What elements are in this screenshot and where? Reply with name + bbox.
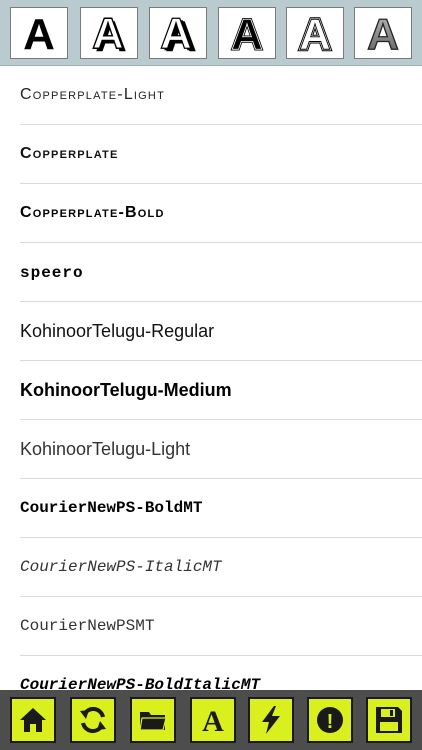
font-name: CourierNewPSMT: [20, 617, 155, 635]
style-letter: A: [23, 10, 55, 56]
refresh-button[interactable]: [70, 697, 116, 743]
font-name: speero: [20, 264, 84, 280]
style-shadow-tile[interactable]: A A: [80, 7, 138, 59]
font-name: KohinoorTelugu-Light: [20, 438, 191, 459]
refresh-icon: [80, 706, 106, 734]
alert-icon: !: [317, 707, 343, 733]
folder-icon: [139, 712, 167, 731]
lightning-icon: [262, 706, 280, 734]
font-button[interactable]: A: [190, 697, 236, 743]
style-letter: A: [92, 10, 124, 56]
font-list-item[interactable]: KohinoorTelugu-Light: [20, 420, 422, 479]
save-icon: [376, 707, 402, 733]
style-gradient-tile[interactable]: A: [354, 7, 412, 59]
style-inline-tile[interactable]: A A A: [286, 7, 344, 59]
font-list-item[interactable]: CourierNewPS-ItalicMT: [20, 538, 422, 597]
font-name: Copperplate-Light: [20, 86, 165, 103]
home-icon: [20, 708, 46, 732]
style-letter: A: [160, 10, 192, 56]
font-name: CourierNewPS-BoldItalicMT: [20, 676, 261, 690]
font-list-item[interactable]: Copperplate: [20, 125, 422, 184]
shadow-a-icon: A A: [91, 10, 126, 56]
speero-font-sample: speero: [20, 264, 84, 280]
style-letter: A: [367, 10, 399, 56]
font-name: Copperplate-Bold: [20, 204, 165, 221]
inline-a-icon: A A A: [297, 10, 333, 56]
font-list-item[interactable]: Copperplate-Light: [20, 66, 422, 125]
style-extruded-tile[interactable]: A A A: [149, 7, 207, 59]
style-letter: A: [299, 10, 331, 56]
font-list-item[interactable]: CourierNewPS-BoldMT: [20, 479, 422, 538]
font-icon: A: [202, 705, 224, 736]
extruded-a-icon: A A A: [160, 10, 197, 56]
style-plain-tile[interactable]: A: [10, 7, 68, 59]
font-list: Copperplate-Light Copperplate Copperplat…: [0, 66, 422, 690]
font-name: CourierNewPS-ItalicMT: [20, 558, 222, 576]
font-list-item[interactable]: CourierNewPSMT: [20, 597, 422, 656]
effects-button[interactable]: [248, 697, 294, 743]
font-list-item[interactable]: KohinoorTelugu-Regular: [20, 302, 422, 361]
save-button[interactable]: [366, 697, 412, 743]
text-style-picker: A A A A A A A A A A A A: [0, 0, 422, 66]
font-list-item[interactable]: Copperplate-Bold: [20, 184, 422, 243]
home-button[interactable]: [10, 697, 56, 743]
font-list-item[interactable]: KohinoorTelugu-Medium: [20, 361, 422, 420]
info-button[interactable]: !: [307, 697, 353, 743]
font-name: KohinoorTelugu-Regular: [20, 320, 215, 341]
bottom-toolbar: A !: [0, 690, 422, 750]
font-name: Copperplate: [20, 145, 119, 162]
font-list-item[interactable]: speero: [20, 243, 422, 302]
open-folder-button[interactable]: [130, 697, 176, 743]
alert-glyph: !: [327, 711, 334, 733]
font-name: CourierNewPS-BoldMT: [20, 499, 203, 517]
style-outline-tile[interactable]: A A: [218, 7, 276, 59]
font-glyph: A: [202, 705, 224, 736]
style-letter: A: [231, 10, 263, 56]
gradient-a-icon: A: [366, 10, 399, 56]
font-name: KohinoorTelugu-Medium: [20, 379, 232, 400]
outline-a-icon: A A: [230, 10, 264, 56]
plain-a-icon: A: [23, 10, 55, 56]
font-list-item[interactable]: CourierNewPS-BoldItalicMT: [20, 656, 422, 690]
